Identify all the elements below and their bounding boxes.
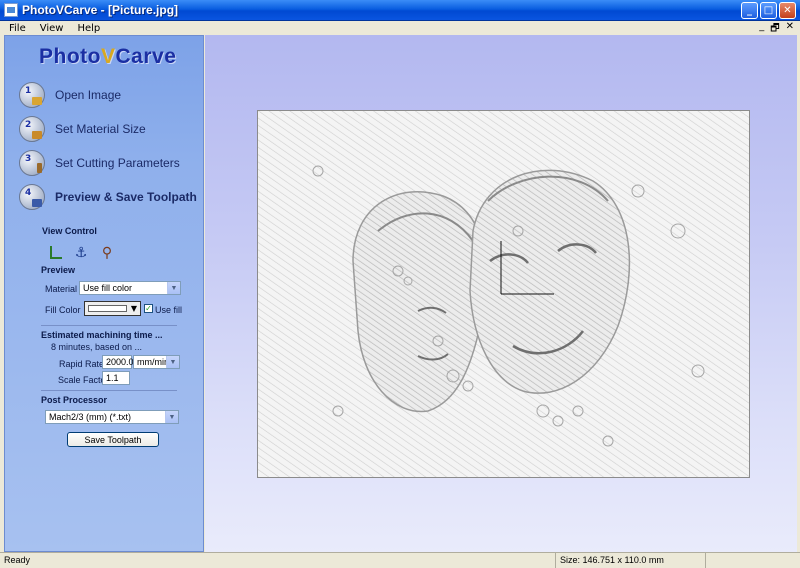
zoom-icon[interactable]: ⚲ — [99, 245, 115, 261]
axes-icon[interactable] — [47, 245, 63, 261]
step-preview-save-toolpath[interactable]: 4 Preview & Save Toolpath — [19, 184, 197, 210]
divider — [41, 325, 177, 326]
window-controls: _ □ ✕ — [741, 2, 796, 19]
close-button[interactable]: ✕ — [779, 2, 796, 19]
window-title: PhotoVCarve - [Picture.jpg] — [22, 3, 179, 17]
menu-help[interactable]: Help — [68, 23, 105, 34]
menu-bar: File View Help _ 🗗 ✕ — [0, 21, 800, 35]
status-panel — [705, 553, 800, 568]
rapid-rate-input[interactable]: 2000.0 — [102, 355, 134, 369]
title-bar: PhotoVCarve - [Picture.jpg] _ □ ✕ — [0, 0, 800, 21]
chevron-down-icon: ▼ — [167, 282, 180, 294]
anchor-icon[interactable]: ⚓ — [73, 245, 89, 261]
step-label: Open Image — [55, 88, 122, 102]
use-fill-label: Use fill — [155, 305, 183, 315]
machining-time-summary: 8 minutes, based on ... — [51, 342, 143, 352]
rapid-rate-unit: mm/min — [137, 357, 169, 367]
disk-icon: 4 — [19, 184, 45, 210]
step-open-image[interactable]: 1 Open Image — [19, 82, 121, 108]
use-fill-checkbox[interactable]: ✓ — [144, 304, 153, 313]
status-text: Ready — [4, 555, 31, 565]
maximize-button[interactable]: □ — [760, 2, 777, 19]
post-processor-select[interactable]: Mach2/3 (mm) (*.txt) ▼ — [45, 410, 179, 424]
chevron-down-icon: ▼ — [165, 411, 178, 423]
fill-color-label: Fill Color — [45, 305, 81, 315]
divider — [41, 390, 177, 391]
post-processor-value: Mach2/3 (mm) (*.txt) — [49, 412, 132, 422]
step-label: Set Cutting Parameters — [55, 156, 180, 170]
rapid-rate-label: Rapid Rate — [59, 359, 105, 369]
sidebar-panel: PhotoVCarve 1 Open Image 2 Set Material … — [4, 35, 204, 552]
dropdown-arrow-icon: ▼ — [130, 304, 138, 313]
machining-time-title: Estimated machining time ... — [41, 330, 163, 340]
brand-logo: PhotoVCarve — [39, 45, 177, 68]
fill-color-picker[interactable]: ▼ — [84, 301, 141, 316]
step-set-cutting-parameters[interactable]: 3 Set Cutting Parameters — [19, 150, 180, 176]
material-value: Use fill color — [83, 283, 133, 293]
preview-title: Preview — [41, 265, 76, 275]
view-control-tools: ⚓ ⚲ — [47, 245, 115, 261]
app-icon — [4, 3, 18, 17]
step-label: Set Material Size — [55, 122, 146, 136]
menu-file[interactable]: File — [0, 23, 31, 34]
step-set-material-size[interactable]: 2 Set Material Size — [19, 116, 146, 142]
preview-viewport[interactable] — [205, 35, 797, 552]
rapid-rate-unit-select[interactable]: mm/min ▼ — [133, 355, 180, 369]
chevron-down-icon: ▼ — [166, 356, 179, 368]
scale-factor-input[interactable]: 1.1 — [102, 371, 130, 385]
status-bar: Ready Size: 146.751 x 110.0 mm — [0, 552, 800, 568]
save-toolpath-button[interactable]: Save Toolpath — [67, 432, 159, 447]
relief-image — [258, 111, 749, 477]
minimize-button[interactable]: _ — [741, 2, 758, 19]
folder-icon: 1 — [19, 82, 45, 108]
material-label: Material — [45, 284, 78, 294]
cutter-icon: 3 — [19, 150, 45, 176]
scale-factor-label: Scale Factor — [58, 375, 109, 385]
material-icon: 2 — [19, 116, 45, 142]
step-label: Preview & Save Toolpath — [55, 190, 197, 204]
material-size-readout: Size: 146.751 x 110.0 mm — [555, 553, 705, 568]
fill-color-swatch — [88, 305, 127, 312]
view-control-title: View Control — [42, 226, 97, 236]
carved-relief-preview[interactable] — [257, 110, 750, 478]
post-processor-title: Post Processor — [41, 395, 108, 405]
material-select[interactable]: Use fill color ▼ — [79, 281, 181, 295]
menu-view[interactable]: View — [31, 23, 69, 34]
